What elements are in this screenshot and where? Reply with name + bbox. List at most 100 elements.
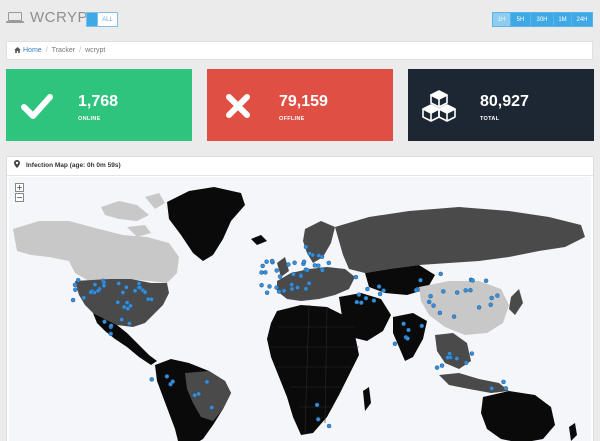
infection-dot[interactable] [192, 392, 197, 398]
infection-dot[interactable] [315, 417, 321, 422]
infection-dot[interactable] [392, 341, 398, 347]
infection-dot[interactable] [260, 263, 265, 269]
infection-dot[interactable] [441, 289, 446, 294]
infection-dot[interactable] [209, 405, 214, 410]
infection-dot[interactable] [108, 331, 114, 337]
infection-dot[interactable] [259, 282, 264, 288]
infection-dot[interactable] [102, 319, 107, 324]
infection-dot[interactable] [353, 274, 359, 280]
infection-dot[interactable] [371, 298, 377, 303]
infection-dot[interactable] [120, 290, 126, 295]
infection-dot[interactable] [447, 351, 452, 356]
world-map[interactable]: + − [9, 177, 591, 441]
infection-dot[interactable] [276, 289, 282, 294]
zoom-in-button[interactable]: + [15, 183, 24, 192]
infection-dot[interactable] [401, 321, 406, 327]
infection-dot[interactable] [170, 379, 175, 384]
infection-dot[interactable] [149, 377, 154, 382]
infection-dot[interactable] [406, 327, 411, 333]
infection-dot[interactable] [451, 314, 457, 319]
infection-dot[interactable] [445, 355, 450, 360]
infection-dot[interactable] [305, 267, 310, 273]
infection-dot[interactable] [298, 273, 304, 279]
infection-dot[interactable] [483, 278, 489, 284]
infection-dot[interactable] [264, 290, 270, 295]
infection-dot[interactable] [501, 379, 506, 385]
infection-dot[interactable] [108, 323, 114, 329]
infection-dot[interactable] [295, 285, 300, 290]
infection-dot[interactable] [121, 304, 127, 310]
infection-dot[interactable] [128, 303, 133, 309]
infection-dot[interactable] [286, 262, 291, 267]
infection-dot[interactable] [463, 288, 468, 293]
infection-dot[interactable] [289, 282, 294, 287]
infection-dot[interactable] [259, 270, 264, 275]
infection-dot[interactable] [88, 289, 94, 295]
infection-dot[interactable] [312, 263, 318, 268]
infection-dot[interactable] [101, 283, 107, 288]
infection-dot[interactable] [326, 260, 332, 266]
range-button-30h[interactable]: 30H [531, 12, 554, 27]
infection-dot[interactable] [132, 288, 138, 294]
infection-dot[interactable] [137, 285, 143, 290]
infection-dot[interactable] [454, 356, 460, 361]
infection-dot[interactable] [75, 277, 81, 283]
infection-dot[interactable] [488, 302, 493, 308]
infection-dot[interactable] [381, 288, 386, 293]
infection-dot[interactable] [431, 303, 436, 308]
breadcrumb-home-link[interactable]: Home [23, 47, 42, 54]
infection-dot[interactable] [136, 281, 142, 286]
infection-dot[interactable] [359, 300, 364, 305]
infection-dot[interactable] [377, 291, 383, 297]
infection-dot[interactable] [365, 286, 370, 292]
infection-dot[interactable] [81, 295, 87, 301]
infection-dot[interactable] [470, 278, 475, 283]
infection-dot[interactable] [301, 259, 307, 265]
infection-dot[interactable] [142, 289, 148, 295]
infection-dot[interactable] [92, 282, 98, 287]
scope-button-all[interactable]: ALL [98, 12, 118, 27]
infection-dot[interactable] [454, 290, 460, 295]
infection-dot[interactable] [503, 386, 509, 391]
infection-dot[interactable] [124, 300, 130, 305]
infection-dot[interactable] [95, 288, 101, 293]
infection-dot[interactable] [326, 423, 332, 429]
infection-dot[interactable] [119, 317, 124, 322]
scope-button-single[interactable] [86, 12, 98, 27]
infection-dot[interactable] [320, 268, 325, 273]
infection-dot[interactable] [426, 299, 432, 305]
infection-dot[interactable] [428, 293, 433, 299]
infection-dot[interactable] [469, 351, 475, 356]
infection-dot[interactable] [274, 285, 279, 290]
infection-dot[interactable] [145, 296, 151, 302]
infection-dot[interactable] [292, 260, 297, 265]
infection-dot[interactable] [439, 363, 445, 368]
infection-dot[interactable] [269, 258, 275, 264]
infection-dot[interactable] [419, 323, 425, 329]
infection-dot[interactable] [495, 293, 500, 298]
infection-dot[interactable] [363, 295, 369, 301]
infection-dot[interactable] [291, 272, 296, 277]
range-button-1h[interactable]: 1H [492, 12, 511, 27]
infection-dot[interactable] [204, 379, 210, 385]
infection-dot[interactable] [489, 386, 494, 391]
infection-dot[interactable] [277, 274, 283, 279]
infection-dot[interactable] [303, 244, 309, 250]
infection-dot[interactable] [489, 295, 494, 301]
zoom-out-button[interactable]: − [15, 193, 24, 202]
infection-dot[interactable] [124, 285, 129, 290]
infection-dot[interactable] [434, 365, 440, 370]
infection-dot[interactable] [306, 281, 312, 286]
infection-dot[interactable] [354, 299, 360, 305]
range-button-1m[interactable]: 1M [554, 12, 572, 27]
infection-dot[interactable] [303, 286, 309, 292]
infection-dot[interactable] [468, 287, 473, 293]
infection-dot[interactable] [263, 270, 268, 275]
infection-dot[interactable] [72, 282, 78, 288]
infection-dot[interactable] [264, 259, 269, 264]
infection-dot[interactable] [476, 305, 482, 310]
infection-dot[interactable] [267, 284, 272, 289]
infection-dot[interactable] [413, 287, 419, 293]
infection-dot[interactable] [127, 321, 132, 326]
infection-dot[interactable] [438, 271, 443, 277]
